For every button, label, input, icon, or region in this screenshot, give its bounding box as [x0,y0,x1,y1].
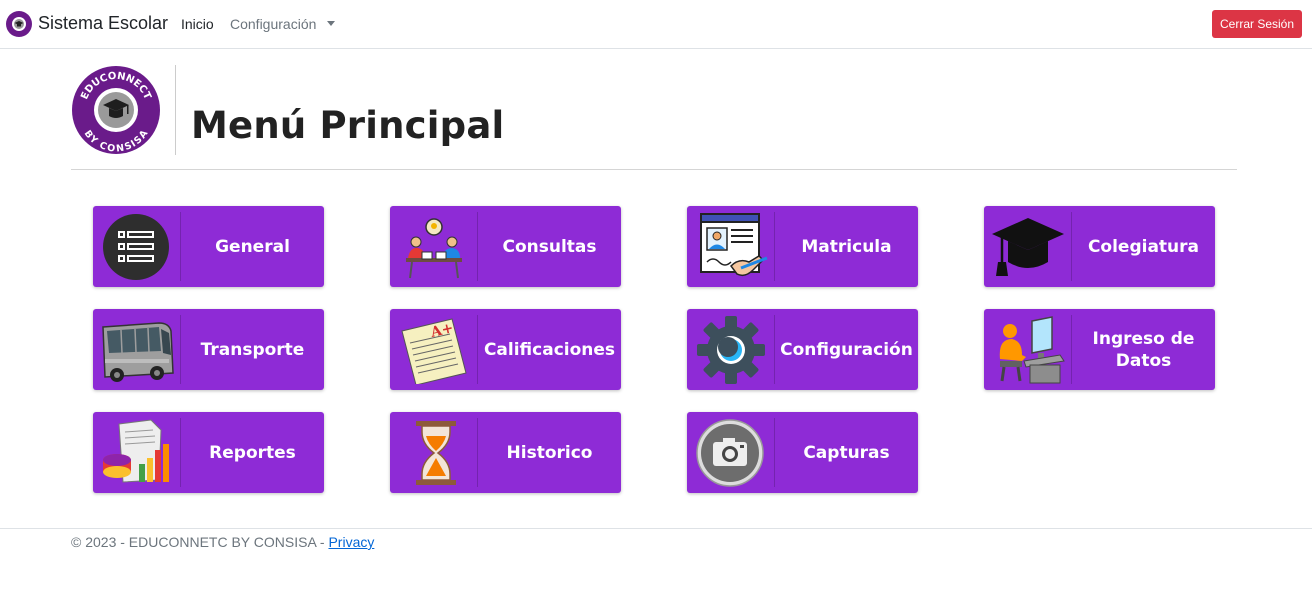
tile-capturas[interactable]: Capturas [687,412,918,493]
tile-label: Historico [506,442,593,463]
tile-label: Consultas [502,236,597,257]
tile-label: Capturas [803,442,890,463]
tile-transporte[interactable]: Transporte [93,309,324,390]
tile-label: General [215,236,290,257]
tile-label: Matricula [801,236,892,257]
list-icon [103,214,169,280]
meeting-icon [406,218,462,279]
footer-copyright: © 2023 - EDUCONNETC BY CONSISA - [71,534,329,550]
tile-calificaciones[interactable]: A+ Calificaciones [390,309,621,390]
nav-link-configuracion[interactable]: Configuración [230,16,316,32]
tile-label: Ingreso de Datos [1092,328,1195,371]
educonnect-logo-icon[interactable] [6,11,32,37]
graded-paper-icon: A+ [401,318,467,384]
logout-button[interactable]: Cerrar Sesión [1212,10,1302,38]
privacy-link[interactable]: Privacy [328,534,374,550]
educonnect-logo-icon: EDUCONNECT BY CONSISA [72,66,160,155]
tile-reportes[interactable]: Reportes [93,412,324,493]
tile-label: Calificaciones [483,339,616,360]
tile-matricula[interactable]: Matricula [687,206,918,287]
tile-ingreso-de-datos[interactable]: Ingreso de Datos [984,309,1215,390]
header-rule [71,169,1237,170]
header-divider [175,65,176,155]
camera-icon [696,419,764,487]
hourglass-icon [416,421,456,485]
footer-rule [0,528,1312,529]
nav-link-inicio[interactable]: Inicio [181,16,214,32]
tile-label: Configuración [780,339,913,360]
tile-label: Transporte [200,339,305,360]
registration-form-icon [700,213,768,277]
page-title: Menú Principal [191,104,505,147]
gear-icon [697,316,765,384]
graduation-cap-icon [992,218,1064,276]
tile-general[interactable]: General [93,206,324,287]
report-chart-icon [103,419,169,483]
caret-down-icon[interactable] [327,21,335,26]
tile-label: Colegiatura [1087,236,1200,257]
data-entry-icon [999,316,1065,384]
bus-icon [102,322,174,382]
tile-consultas[interactable]: Consultas [390,206,621,287]
navbar: Sistema Escolar Inicio Configuración Cer… [0,0,1312,49]
footer: © 2023 - EDUCONNETC BY CONSISA - Privacy [71,534,374,550]
brand-title[interactable]: Sistema Escolar [38,13,168,34]
tile-historico[interactable]: Historico [390,412,621,493]
tile-label: Reportes [209,442,296,463]
tile-configuracion[interactable]: Configuración [687,309,918,390]
tile-colegiatura[interactable]: Colegiatura [984,206,1215,287]
